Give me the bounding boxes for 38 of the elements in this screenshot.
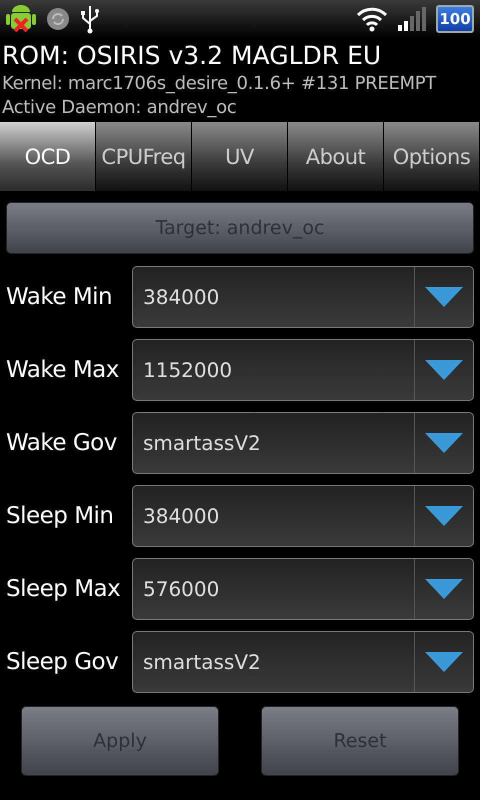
setting-label: Wake Min: [6, 284, 114, 310]
dropdown-arrow-icon: [425, 286, 463, 306]
rom-title: ROM: OSIRIS v3.2 MAGLDR EU: [1, 40, 382, 70]
setting-label: Wake Max: [6, 356, 120, 382]
android-error-icon: [6, 3, 36, 35]
dropdown[interactable]: smartassV2: [132, 630, 474, 692]
dropdown-value: smartassV2: [142, 430, 262, 456]
tab[interactable]: CPUFreq: [96, 122, 192, 191]
setting-label: Sleep Min: [6, 502, 115, 528]
dropdown-arrow-icon: [425, 652, 463, 672]
dropdown-arrow-icon: [425, 432, 463, 452]
setting-label: Sleep Max: [6, 576, 122, 602]
dropdown-value: 384000: [142, 284, 220, 310]
daemon-text: Active Daemon: andrev_oc: [1, 96, 238, 118]
sync-icon: [46, 7, 70, 31]
tab[interactable]: OCD: [0, 122, 96, 191]
kernel-text: Kernel: marc1706s_desire_0.1.6+ #131 PREEMPT: [1, 72, 438, 94]
dropdown-value: 1152000: [142, 356, 234, 384]
battery-icon: 100: [436, 5, 474, 33]
dropdown[interactable]: 384000: [132, 266, 474, 328]
dropdown[interactable]: 384000: [132, 484, 474, 546]
tab[interactable]: UV: [192, 122, 288, 191]
dropdown-arrow-icon: [425, 578, 463, 598]
wifi-icon: [356, 6, 388, 32]
dropdown-value: 576000: [142, 576, 220, 602]
dropdown[interactable]: 1152000: [132, 338, 474, 400]
dropdown-value: smartassV2: [142, 648, 262, 676]
setting-label: Wake Gov: [6, 430, 118, 456]
dropdown-arrow-icon: [425, 360, 463, 380]
dropdown[interactable]: smartassV2: [132, 412, 474, 474]
dropdown[interactable]: 576000: [132, 558, 474, 620]
usb-icon: [80, 4, 100, 34]
dropdown-value: 384000: [142, 502, 220, 530]
tab[interactable]: Options: [384, 122, 480, 191]
dropdown-arrow-icon: [425, 506, 463, 526]
tab[interactable]: About: [288, 122, 384, 191]
signal-icon: [398, 7, 426, 31]
setting-label: Sleep Gov: [6, 648, 120, 674]
